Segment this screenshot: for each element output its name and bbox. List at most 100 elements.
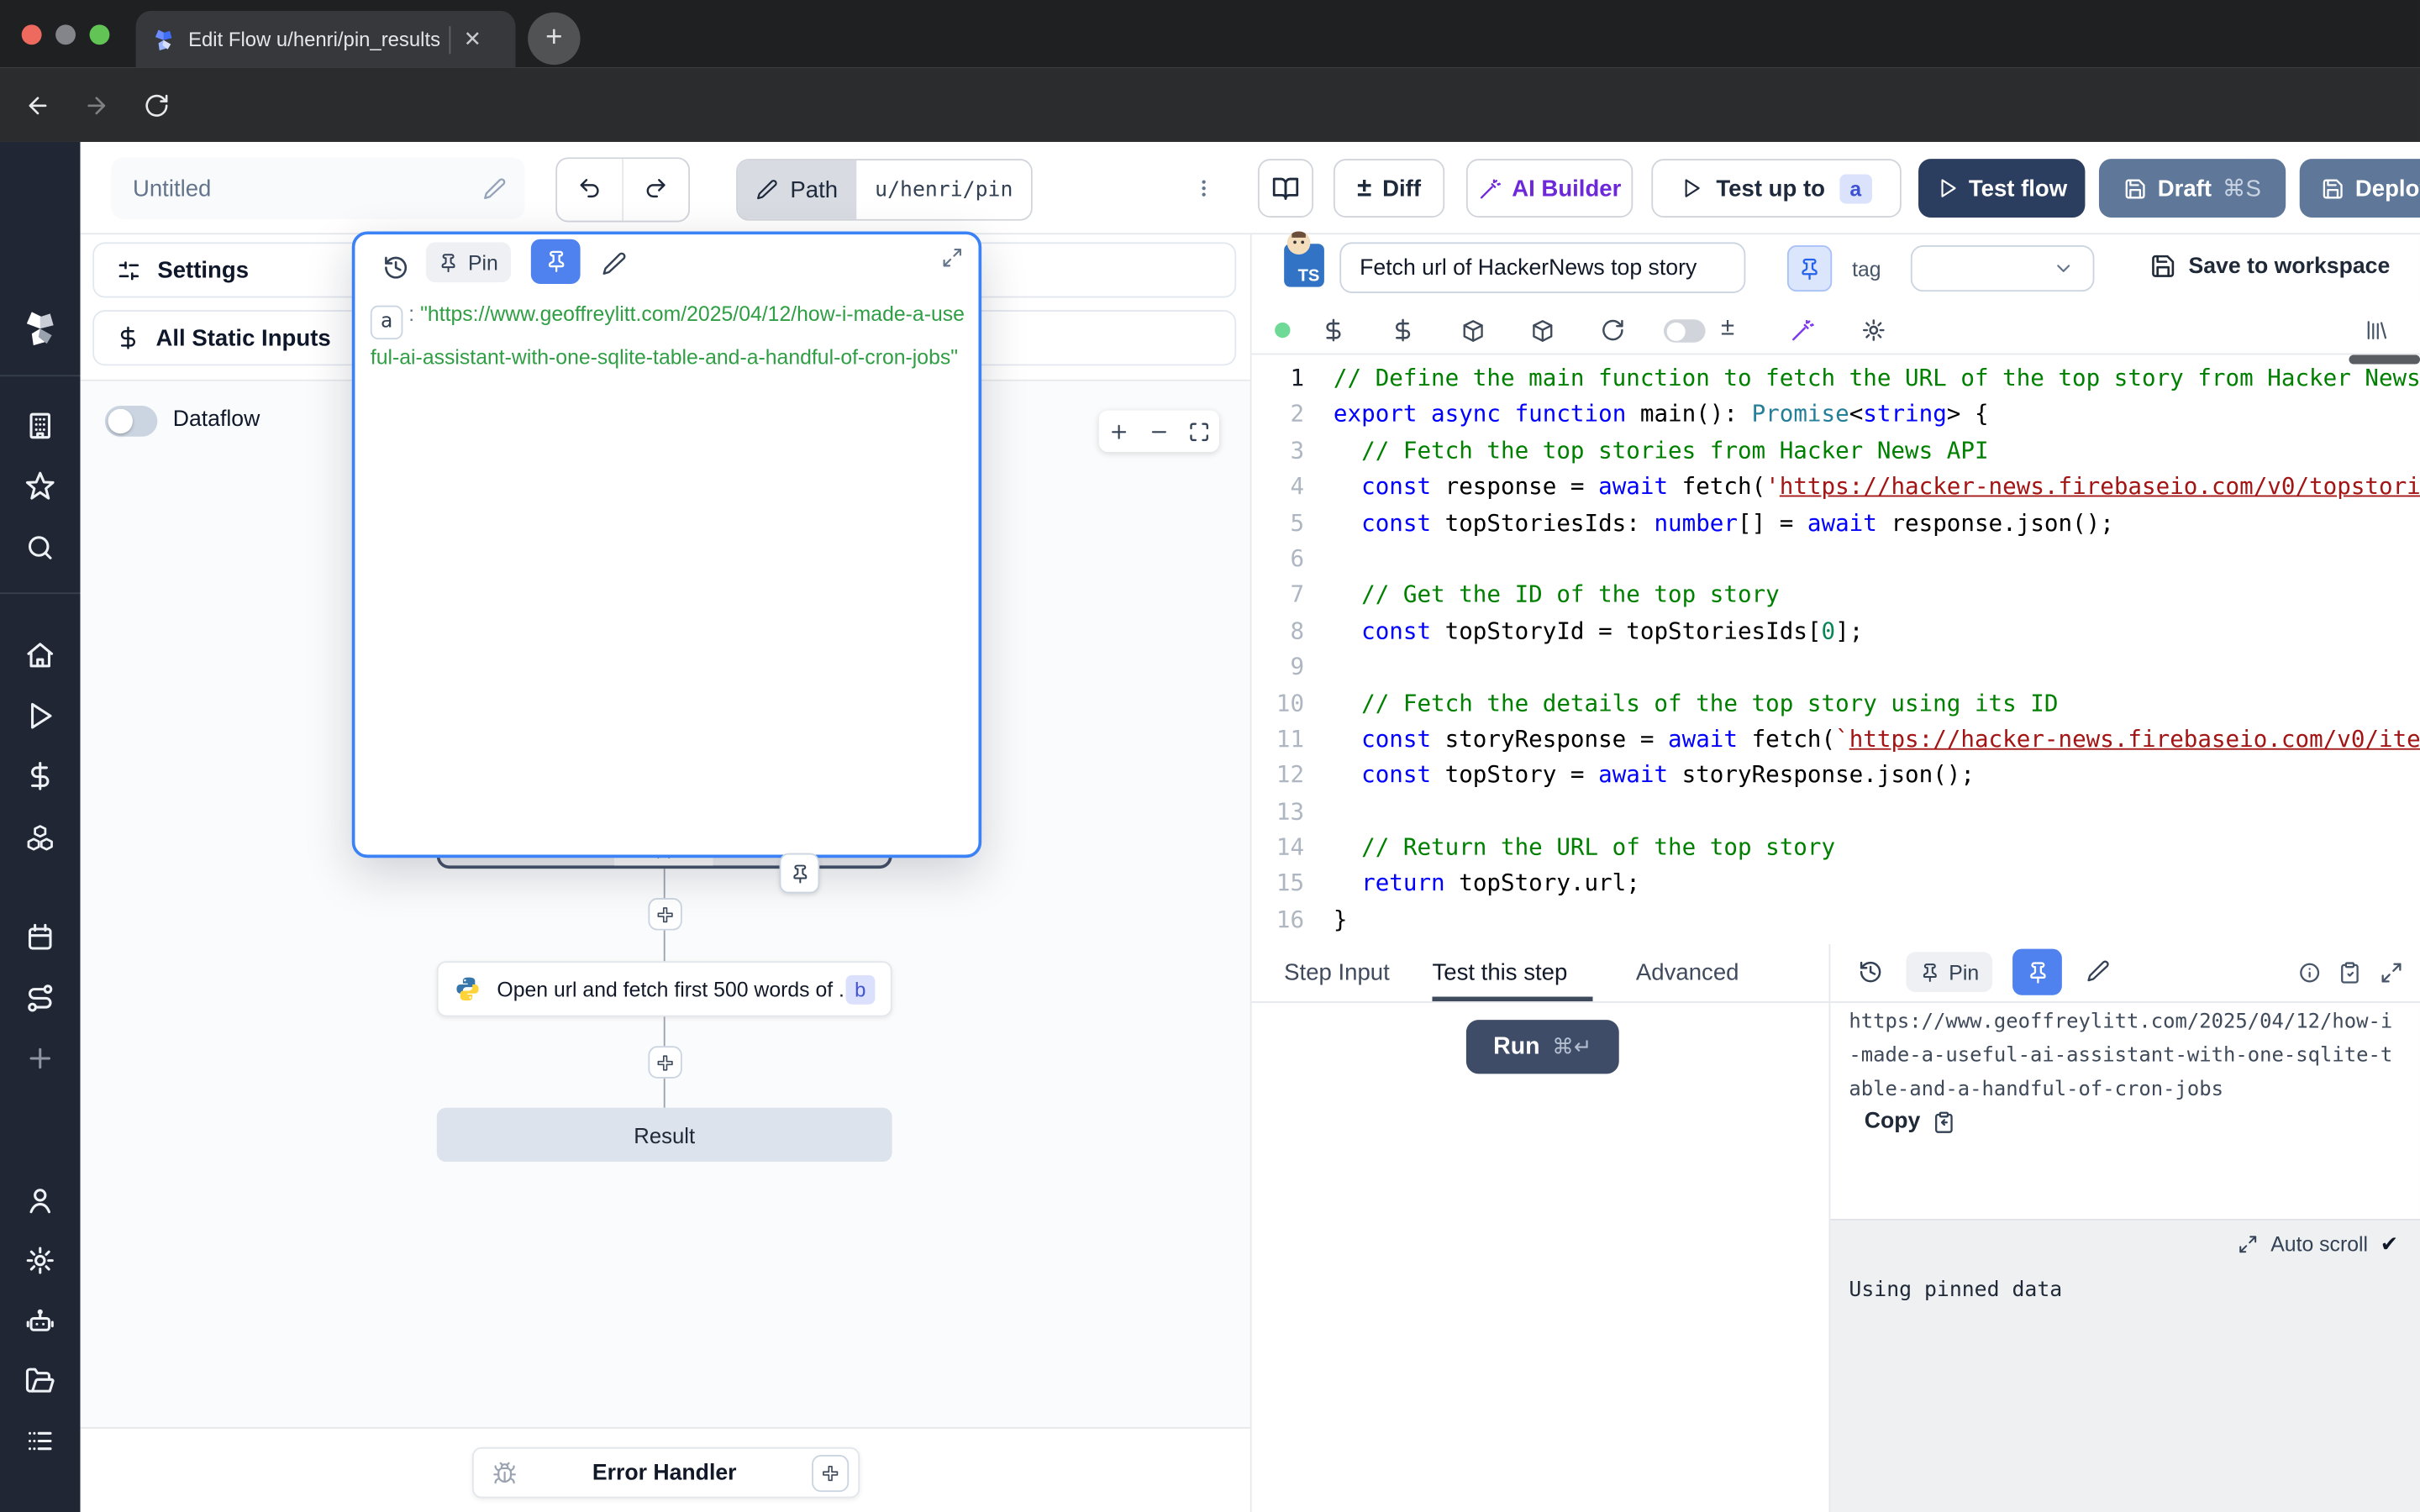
dataflow-toggle[interactable]	[105, 406, 157, 437]
step-pin-button[interactable]	[1787, 245, 1832, 291]
run-button[interactable]: Run⌘↵	[1466, 1020, 1619, 1074]
edit-pencil-icon[interactable]	[602, 251, 626, 276]
package-icon[interactable]	[1529, 318, 1555, 344]
expand-logs-icon[interactable]	[2238, 1234, 2259, 1254]
new-tab-button[interactable]: +	[528, 13, 580, 65]
code-line[interactable]: 3 // Fetch the top stories from Hacker N…	[1252, 433, 2420, 470]
code-line[interactable]: 6	[1252, 542, 2420, 578]
path-button[interactable]: Path	[738, 160, 856, 219]
ai-assistant-wand-icon[interactable]	[1791, 318, 1815, 342]
test-up-to-step-badge[interactable]: a	[1839, 174, 1872, 203]
docs-book-button[interactable]	[1258, 159, 1313, 218]
static-inputs-icon[interactable]	[1321, 318, 1345, 342]
fit-view-icon[interactable]	[1188, 421, 1210, 443]
add-step-button[interactable]	[648, 898, 681, 931]
flow-node-result[interactable]: Result	[437, 1108, 892, 1162]
code-line[interactable]: 10 // Fetch the details of the top story…	[1252, 685, 2420, 722]
copy-button[interactable]: Copy	[1865, 1110, 1956, 1134]
variables-icon[interactable]	[1391, 318, 1415, 342]
save-to-workspace-button[interactable]: Save to workspace	[2150, 253, 2391, 279]
windmill-logo-icon[interactable]	[0, 308, 81, 349]
code-line[interactable]: 13	[1252, 794, 2420, 830]
flow-node-b[interactable]: Open url and fetch first 500 words of ..…	[437, 961, 892, 1016]
reset-icon[interactable]	[1601, 318, 1625, 342]
path-value[interactable]: u/henri/pin	[856, 160, 1031, 219]
browser-tab[interactable]: Edit Flow u/henri/pin_results ✕	[136, 11, 516, 68]
sidebar-item-flows-route-icon[interactable]	[0, 983, 81, 1014]
info-icon[interactable]	[2298, 961, 2322, 984]
toolbar-kebab-menu-icon[interactable]	[1193, 176, 1215, 200]
test-flow-button[interactable]: Test flow	[1918, 159, 2085, 218]
history-icon[interactable]	[1858, 959, 1882, 984]
sidebar-item-user-icon[interactable]	[0, 1185, 81, 1216]
diff-icon[interactable]: ±	[1721, 315, 1734, 343]
tab-close-icon[interactable]: ✕	[464, 26, 482, 52]
minimize-window-button[interactable]	[55, 24, 76, 45]
code-line[interactable]: 16}	[1252, 902, 2420, 938]
pin-toggle-button[interactable]: Pin	[426, 242, 511, 282]
deploy-button[interactable]: Deploy	[2300, 159, 2420, 218]
sidebar-item-runs-icon[interactable]	[0, 701, 81, 732]
draft-button[interactable]: Draft⌘S	[2099, 159, 2286, 218]
code-line[interactable]: 1// Define the main function to fetch th…	[1252, 361, 2420, 397]
code-line[interactable]: 8 const topStoryId = topStoriesIds[0];	[1252, 614, 2420, 650]
pinned-active-button[interactable]	[531, 239, 581, 284]
sidebar-item-add-icon[interactable]	[0, 1043, 81, 1074]
node-a-pin-badge[interactable]	[780, 853, 820, 894]
sidebar-item-logs-list-icon[interactable]	[0, 1425, 81, 1457]
code-line[interactable]: 15 return topStory.url;	[1252, 866, 2420, 902]
tab-step-input[interactable]: Step Input	[1284, 959, 1390, 985]
diff-button[interactable]: ±Diff	[1334, 159, 1444, 218]
sidebar-item-workspace[interactable]	[0, 411, 81, 442]
forward-icon[interactable]	[83, 92, 109, 118]
add-error-handler-button[interactable]	[812, 1454, 849, 1491]
ai-builder-button[interactable]: AI Builder	[1466, 159, 1633, 218]
test-up-to-button[interactable]: Test up to a	[1651, 159, 1902, 218]
fullscreen-window-button[interactable]	[90, 24, 110, 45]
code-line[interactable]: 4 const response = await fetch('https://…	[1252, 470, 2420, 506]
step-summary-input[interactable]: Fetch url of HackerNews top story	[1339, 242, 1745, 293]
edit-pencil-icon[interactable]	[2086, 959, 2110, 983]
editor-settings-gear-icon[interactable]	[1861, 318, 1886, 342]
flow-node-error-handler[interactable]: Error Handler	[472, 1447, 860, 1499]
code-line[interactable]: 12 const topStory = await storyResponse.…	[1252, 758, 2420, 794]
clipboard-icon[interactable]	[2338, 961, 2362, 984]
diff-mode-toggle[interactable]	[1664, 319, 1706, 343]
tab-test-this-step[interactable]: Test this step	[1432, 959, 1567, 985]
close-window-button[interactable]	[22, 24, 42, 45]
history-icon[interactable]	[383, 255, 409, 281]
flow-summary-input[interactable]: Untitled	[111, 157, 524, 218]
code-line[interactable]: 11 const storyResponse = await fetch(`ht…	[1252, 722, 2420, 758]
reload-icon[interactable]	[144, 92, 170, 118]
code-line[interactable]: 14 // Return the URL of the top story	[1252, 830, 2420, 866]
sidebar-item-resources-icon[interactable]	[0, 822, 81, 853]
code-line[interactable]: 5 const topStoriesIds: number[] = await …	[1252, 506, 2420, 542]
result-pin-toggle-button[interactable]: Pin	[1906, 952, 1992, 992]
sidebar-item-schedules-icon[interactable]	[0, 922, 81, 953]
tab-advanced[interactable]: Advanced	[1636, 959, 1739, 985]
back-icon[interactable]	[24, 92, 50, 118]
sidebar-item-favorites-star-icon[interactable]	[0, 470, 81, 501]
code-line[interactable]: 9	[1252, 649, 2420, 685]
result-pinned-active-button[interactable]	[2012, 949, 2062, 995]
editor-scrollbar[interactable]	[2349, 354, 2420, 364]
undo-button[interactable]	[557, 159, 622, 218]
auto-scroll-checkbox[interactable]: ✔	[2381, 1231, 2399, 1257]
code-editor[interactable]: 1// Define the main function to fetch th…	[1252, 354, 2420, 944]
sidebar-item-search-icon[interactable]	[0, 533, 81, 564]
zoom-out-icon[interactable]	[1149, 421, 1171, 443]
sidebar-item-home-icon[interactable]	[0, 640, 81, 671]
expand-icon[interactable]	[941, 247, 963, 269]
fullscreen-icon[interactable]	[2380, 961, 2403, 984]
sidebar-item-workers-robot-icon[interactable]	[0, 1307, 81, 1338]
zoom-in-icon[interactable]	[1108, 421, 1130, 443]
sidebar-item-variables-icon[interactable]	[0, 761, 81, 792]
add-step-button[interactable]	[648, 1046, 681, 1079]
tag-select[interactable]	[1911, 245, 2095, 291]
library-icon[interactable]	[2365, 318, 2389, 342]
sidebar-item-folders-icon[interactable]	[0, 1366, 81, 1397]
redo-button[interactable]	[623, 159, 688, 218]
package-icon[interactable]	[1460, 318, 1486, 344]
code-line[interactable]: 7 // Get the ID of the top story	[1252, 578, 2420, 614]
code-line[interactable]: 2export async function main(): Promise<s…	[1252, 397, 2420, 433]
